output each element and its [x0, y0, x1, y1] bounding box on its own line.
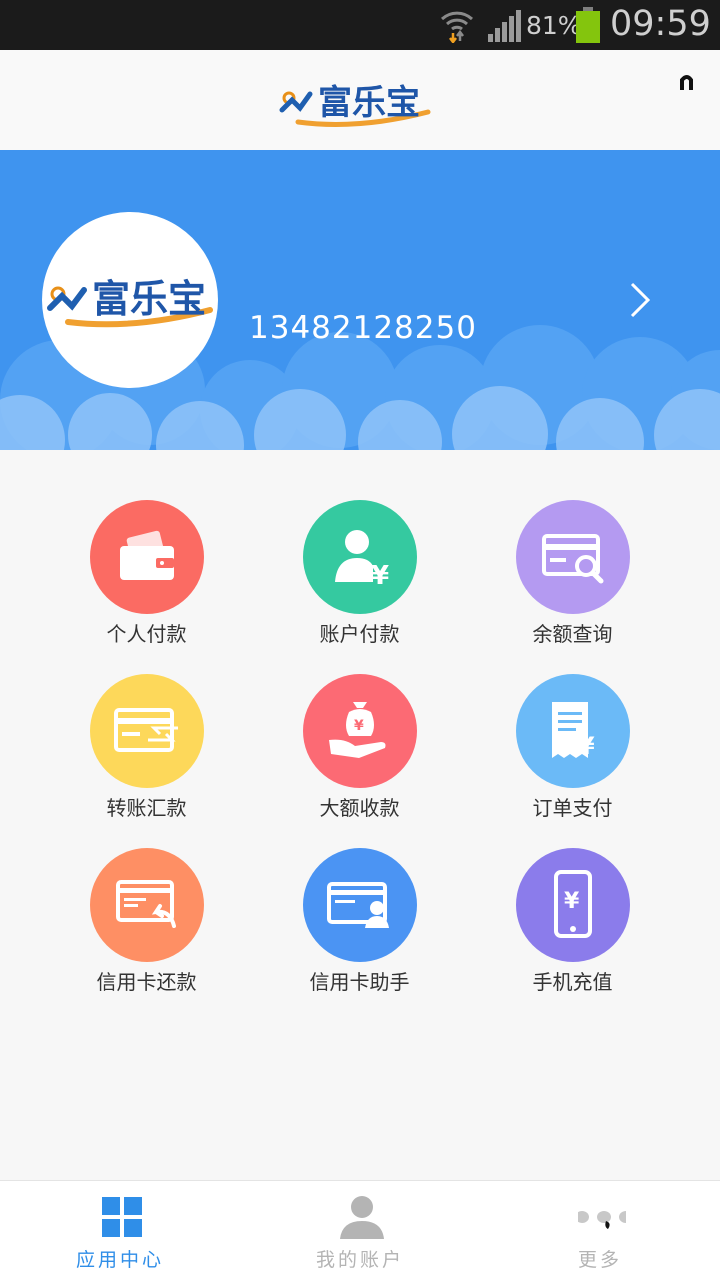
- tab-my-account[interactable]: 我的账户: [240, 1181, 480, 1280]
- svg-text:¥: ¥: [578, 732, 595, 760]
- service-icon-circle: [516, 500, 630, 614]
- receipt-yuan-icon: ¥: [552, 702, 595, 760]
- service-personal-payment[interactable]: 个人付款: [40, 496, 253, 670]
- service-balance-inquiry[interactable]: 余额查询: [466, 496, 679, 670]
- bottom-tab-bar: 应用中心 我的账户 更多: [0, 1180, 720, 1280]
- service-label: 转账汇款: [106, 796, 187, 820]
- svg-text:¥: ¥: [564, 889, 580, 914]
- battery-icon: [576, 7, 600, 43]
- tab-app-center[interactable]: 应用中心: [0, 1181, 240, 1280]
- card-return-icon: [116, 880, 176, 928]
- tab-label: 我的账户: [315, 1249, 404, 1271]
- service-large-collection[interactable]: ¥ 大额收款: [253, 670, 466, 844]
- service-icon-circle: [90, 848, 204, 962]
- service-icon-circle: [90, 674, 204, 788]
- service-label: 余额查询: [532, 622, 613, 646]
- phone-yuan-icon: ¥: [554, 870, 592, 938]
- chevron-right-icon[interactable]: [626, 278, 654, 322]
- card-person-icon: [327, 882, 389, 928]
- service-credit-card-repayment[interactable]: 信用卡还款: [40, 844, 253, 1018]
- account-phone-number: 13482128250: [249, 310, 477, 346]
- service-transfer[interactable]: 转账汇款: [40, 670, 253, 844]
- card-search-icon: [542, 534, 604, 584]
- wifi-icon: [440, 11, 474, 43]
- clock: 09:59: [610, 4, 711, 44]
- wallet-icon: [120, 530, 174, 580]
- service-label: 账户付款: [319, 622, 400, 646]
- status-bar: 81% 09:59: [0, 0, 720, 50]
- avatar[interactable]: 富乐宝: [42, 212, 218, 388]
- service-credit-card-assistant[interactable]: 信用卡助手: [253, 844, 466, 1018]
- user-yuan-icon: ¥: [335, 530, 389, 591]
- service-icon-circle: ¥: [303, 674, 417, 788]
- grid-icon: [102, 1197, 142, 1237]
- card-transfer-icon: [114, 708, 178, 752]
- service-label: 信用卡还款: [96, 970, 197, 994]
- app-header: 富乐宝: [0, 50, 720, 150]
- profile-banner[interactable]: 富乐宝 13482128250: [0, 150, 720, 450]
- money-bag-hand-icon: ¥: [329, 702, 386, 758]
- service-label: 信用卡助手: [309, 970, 410, 994]
- tab-label: 更多: [577, 1249, 622, 1271]
- service-label: 个人付款: [106, 622, 187, 646]
- service-icon-circle: [303, 848, 417, 962]
- signal-icon: [488, 10, 521, 42]
- overflow-menu-icon[interactable]: [678, 72, 696, 92]
- service-label: 大额收款: [319, 796, 400, 820]
- service-label: 订单支付: [532, 796, 613, 820]
- svg-text:富乐宝: 富乐宝: [318, 83, 420, 123]
- svg-text:富乐宝: 富乐宝: [92, 277, 206, 321]
- app-logo: 富乐宝: [279, 83, 431, 127]
- avatar-logo: 富乐宝: [47, 277, 213, 328]
- service-icon-circle: [90, 500, 204, 614]
- tab-label: 应用中心: [75, 1249, 164, 1271]
- more-dots-icon: [578, 1211, 626, 1229]
- service-icon-circle: ¥: [516, 674, 630, 788]
- service-icon-circle: ¥: [303, 500, 417, 614]
- service-mobile-top-up[interactable]: ¥ 手机充值: [466, 844, 679, 1018]
- service-icon-circle: ¥: [516, 848, 630, 962]
- service-order-payment[interactable]: ¥ 订单支付: [466, 670, 679, 844]
- service-label: 手机充值: [532, 970, 613, 994]
- battery-percent: 81%: [526, 11, 582, 40]
- service-account-payment[interactable]: ¥ 账户付款: [253, 496, 466, 670]
- person-icon: [340, 1196, 384, 1239]
- svg-text:¥: ¥: [354, 718, 364, 734]
- svg-text:¥: ¥: [371, 561, 389, 591]
- tab-more[interactable]: 更多: [480, 1181, 720, 1280]
